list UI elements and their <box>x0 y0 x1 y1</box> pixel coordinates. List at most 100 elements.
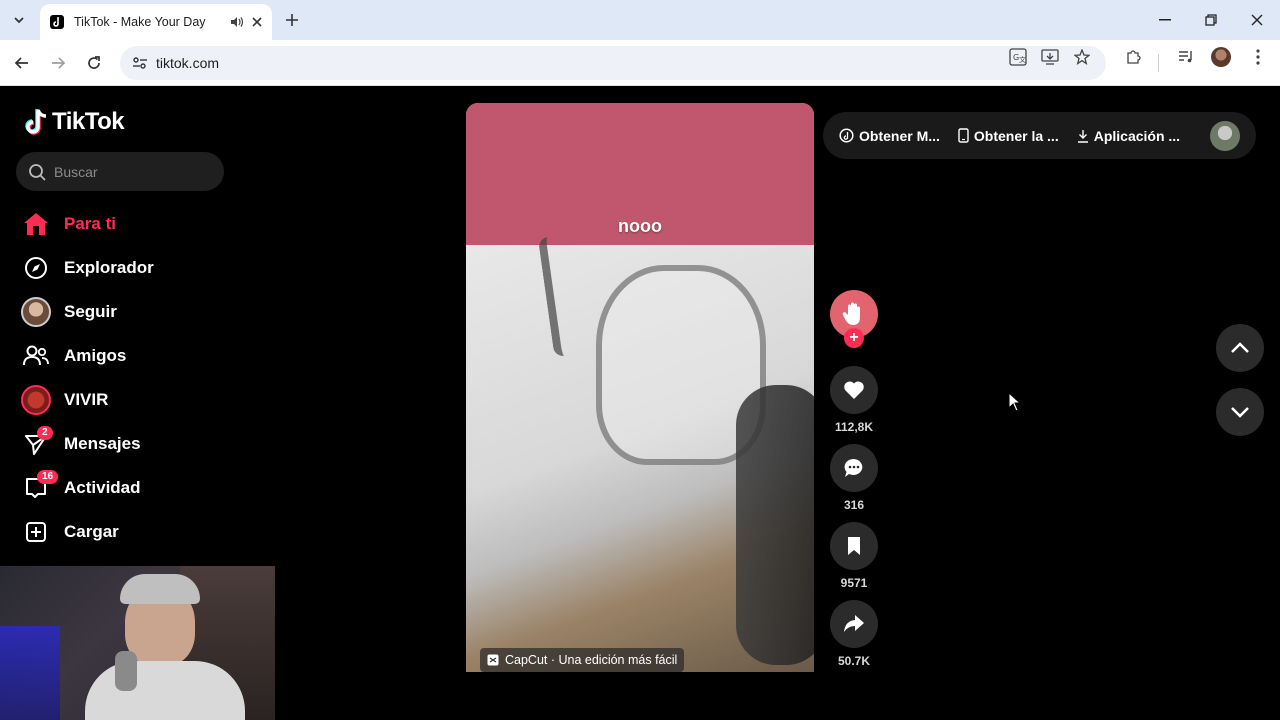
install-app-icon[interactable] <box>1039 47 1061 67</box>
capcut-label: CapCut · Una edición más fácil <box>505 653 678 667</box>
friends-icon <box>20 340 52 372</box>
phone-icon <box>958 128 969 143</box>
like-button[interactable] <box>830 366 878 414</box>
previous-video-button[interactable] <box>1216 324 1264 372</box>
video-frame <box>466 232 814 672</box>
browser-toolbar: tiktok.com G文 <box>0 40 1280 86</box>
activity-icon: 16 <box>20 470 59 504</box>
save-count: 9571 <box>840 576 868 590</box>
top-action-bar: Obtener M... Obtener la ... Aplicación .… <box>823 112 1256 159</box>
get-coins-label: Obtener M... <box>859 127 940 144</box>
mouse-cursor-icon <box>1008 391 1022 417</box>
sidebar-item-label: Amigos <box>64 346 127 365</box>
url-text: tiktok.com <box>156 55 220 71</box>
svg-text:文: 文 <box>1019 55 1026 64</box>
save-button[interactable] <box>830 522 878 570</box>
browser-tab[interactable]: TikTok - Make Your Day <box>40 4 272 40</box>
next-video-button[interactable] <box>1216 388 1264 436</box>
logo-text: TikTok <box>52 108 125 135</box>
sidebar-item-cargar[interactable]: Cargar <box>20 510 240 554</box>
tab-title: TikTok - Make Your Day <box>74 15 206 29</box>
browser-tabbar: TikTok - Make Your Day <box>0 0 1280 40</box>
minimize-icon[interactable] <box>1150 8 1180 32</box>
site-settings-icon[interactable] <box>132 56 148 70</box>
sidebar-item-label: Explorador <box>64 258 154 277</box>
back-icon[interactable] <box>10 51 34 75</box>
live-avatar <box>20 384 52 416</box>
comment-icon <box>844 458 863 477</box>
new-tab-icon[interactable] <box>282 10 302 30</box>
bookmark-star-icon[interactable] <box>1071 47 1093 67</box>
webcam-overlay <box>0 566 275 720</box>
tiktok-coin-icon <box>839 128 854 143</box>
heart-icon <box>844 381 864 399</box>
chevron-up-icon <box>1231 342 1249 353</box>
home-icon <box>20 208 52 240</box>
speaker-icon[interactable] <box>230 16 244 28</box>
compass-icon <box>20 252 52 284</box>
forward-icon[interactable] <box>46 51 70 75</box>
address-bar[interactable]: tiktok.com <box>120 46 1106 80</box>
extensions-icon[interactable] <box>1122 47 1144 67</box>
toolbar-divider <box>1158 54 1159 72</box>
sidebar-nav: Para ti Explorador Seguir Amigos VIVIR 2… <box>20 202 240 554</box>
tiktok-logo[interactable]: TikTok <box>24 108 125 136</box>
close-tab-icon[interactable] <box>252 17 262 27</box>
raised-hand-icon <box>842 302 860 325</box>
sidebar-item-seguir[interactable]: Seguir <box>20 290 240 334</box>
share-icon <box>844 615 864 632</box>
video-player[interactable]: nooo <box>466 103 814 672</box>
capcut-icon <box>487 654 499 666</box>
sidebar-item-actividad[interactable]: 16 Actividad <box>20 466 240 510</box>
messages-icon: 2 <box>20 426 53 460</box>
reload-icon[interactable] <box>82 51 106 75</box>
action-rail: + 112,8K 316 9571 50.7K <box>830 290 878 672</box>
bookmark-icon <box>848 537 860 555</box>
chevron-down-icon <box>14 17 24 24</box>
tab-search-button[interactable] <box>6 8 32 32</box>
get-app-link[interactable]: Obtener la ... <box>958 128 1059 144</box>
like-count: 112,8K <box>834 420 874 434</box>
capcut-tag[interactable]: CapCut · Una edición más fácil <box>480 648 685 672</box>
get-app-label: Obtener la ... <box>973 127 1059 144</box>
media-controls-icon[interactable] <box>1175 47 1197 67</box>
profile-avatar[interactable] <box>1210 47 1232 67</box>
follow-button[interactable]: + <box>844 328 864 348</box>
sidebar-item-label: Cargar <box>64 522 119 541</box>
comment-button[interactable] <box>830 444 878 492</box>
desktop-app-link[interactable]: Aplicación ... <box>1077 128 1180 144</box>
activity-badge: 16 <box>37 470 59 484</box>
comment-count: 316 <box>843 498 865 512</box>
messages-badge: 2 <box>37 426 53 440</box>
upload-icon <box>20 516 52 548</box>
chevron-down-icon <box>1231 407 1249 418</box>
close-window-icon[interactable] <box>1242 8 1272 32</box>
search-icon <box>29 163 46 181</box>
search-bar[interactable] <box>16 152 224 191</box>
share-button[interactable] <box>830 600 878 648</box>
sidebar-item-vivir[interactable]: VIVIR <box>20 378 240 422</box>
sidebar-item-label: Actividad <box>64 478 141 497</box>
tiktok-note-icon <box>25 109 47 135</box>
share-count: 50.7K <box>837 654 871 668</box>
browser-menu-icon[interactable] <box>1247 47 1269 67</box>
restore-icon[interactable] <box>1196 8 1226 32</box>
sidebar-item-label: Para ti <box>64 214 116 233</box>
download-icon <box>1077 129 1088 143</box>
search-input[interactable] <box>54 163 204 180</box>
sidebar-item-para-ti[interactable]: Para ti <box>20 202 240 246</box>
get-coins-link[interactable]: Obtener M... <box>839 128 940 144</box>
sidebar-item-label: Seguir <box>64 302 117 321</box>
video-caption: nooo <box>618 216 662 236</box>
video-caption-banner: nooo <box>466 103 814 245</box>
desktop-app-label: Aplicación ... <box>1093 127 1181 144</box>
translate-icon[interactable]: G文 <box>1007 47 1029 67</box>
following-avatar <box>20 296 52 328</box>
sidebar-item-label: Mensajes <box>64 434 141 453</box>
sidebar-item-label: VIVIR <box>64 390 109 409</box>
sidebar-item-mensajes[interactable]: 2 Mensajes <box>20 422 240 466</box>
user-avatar[interactable] <box>1210 121 1240 151</box>
sidebar-item-amigos[interactable]: Amigos <box>20 334 240 378</box>
sidebar-item-explorador[interactable]: Explorador <box>20 246 240 290</box>
creator-avatar[interactable]: + <box>830 290 878 348</box>
